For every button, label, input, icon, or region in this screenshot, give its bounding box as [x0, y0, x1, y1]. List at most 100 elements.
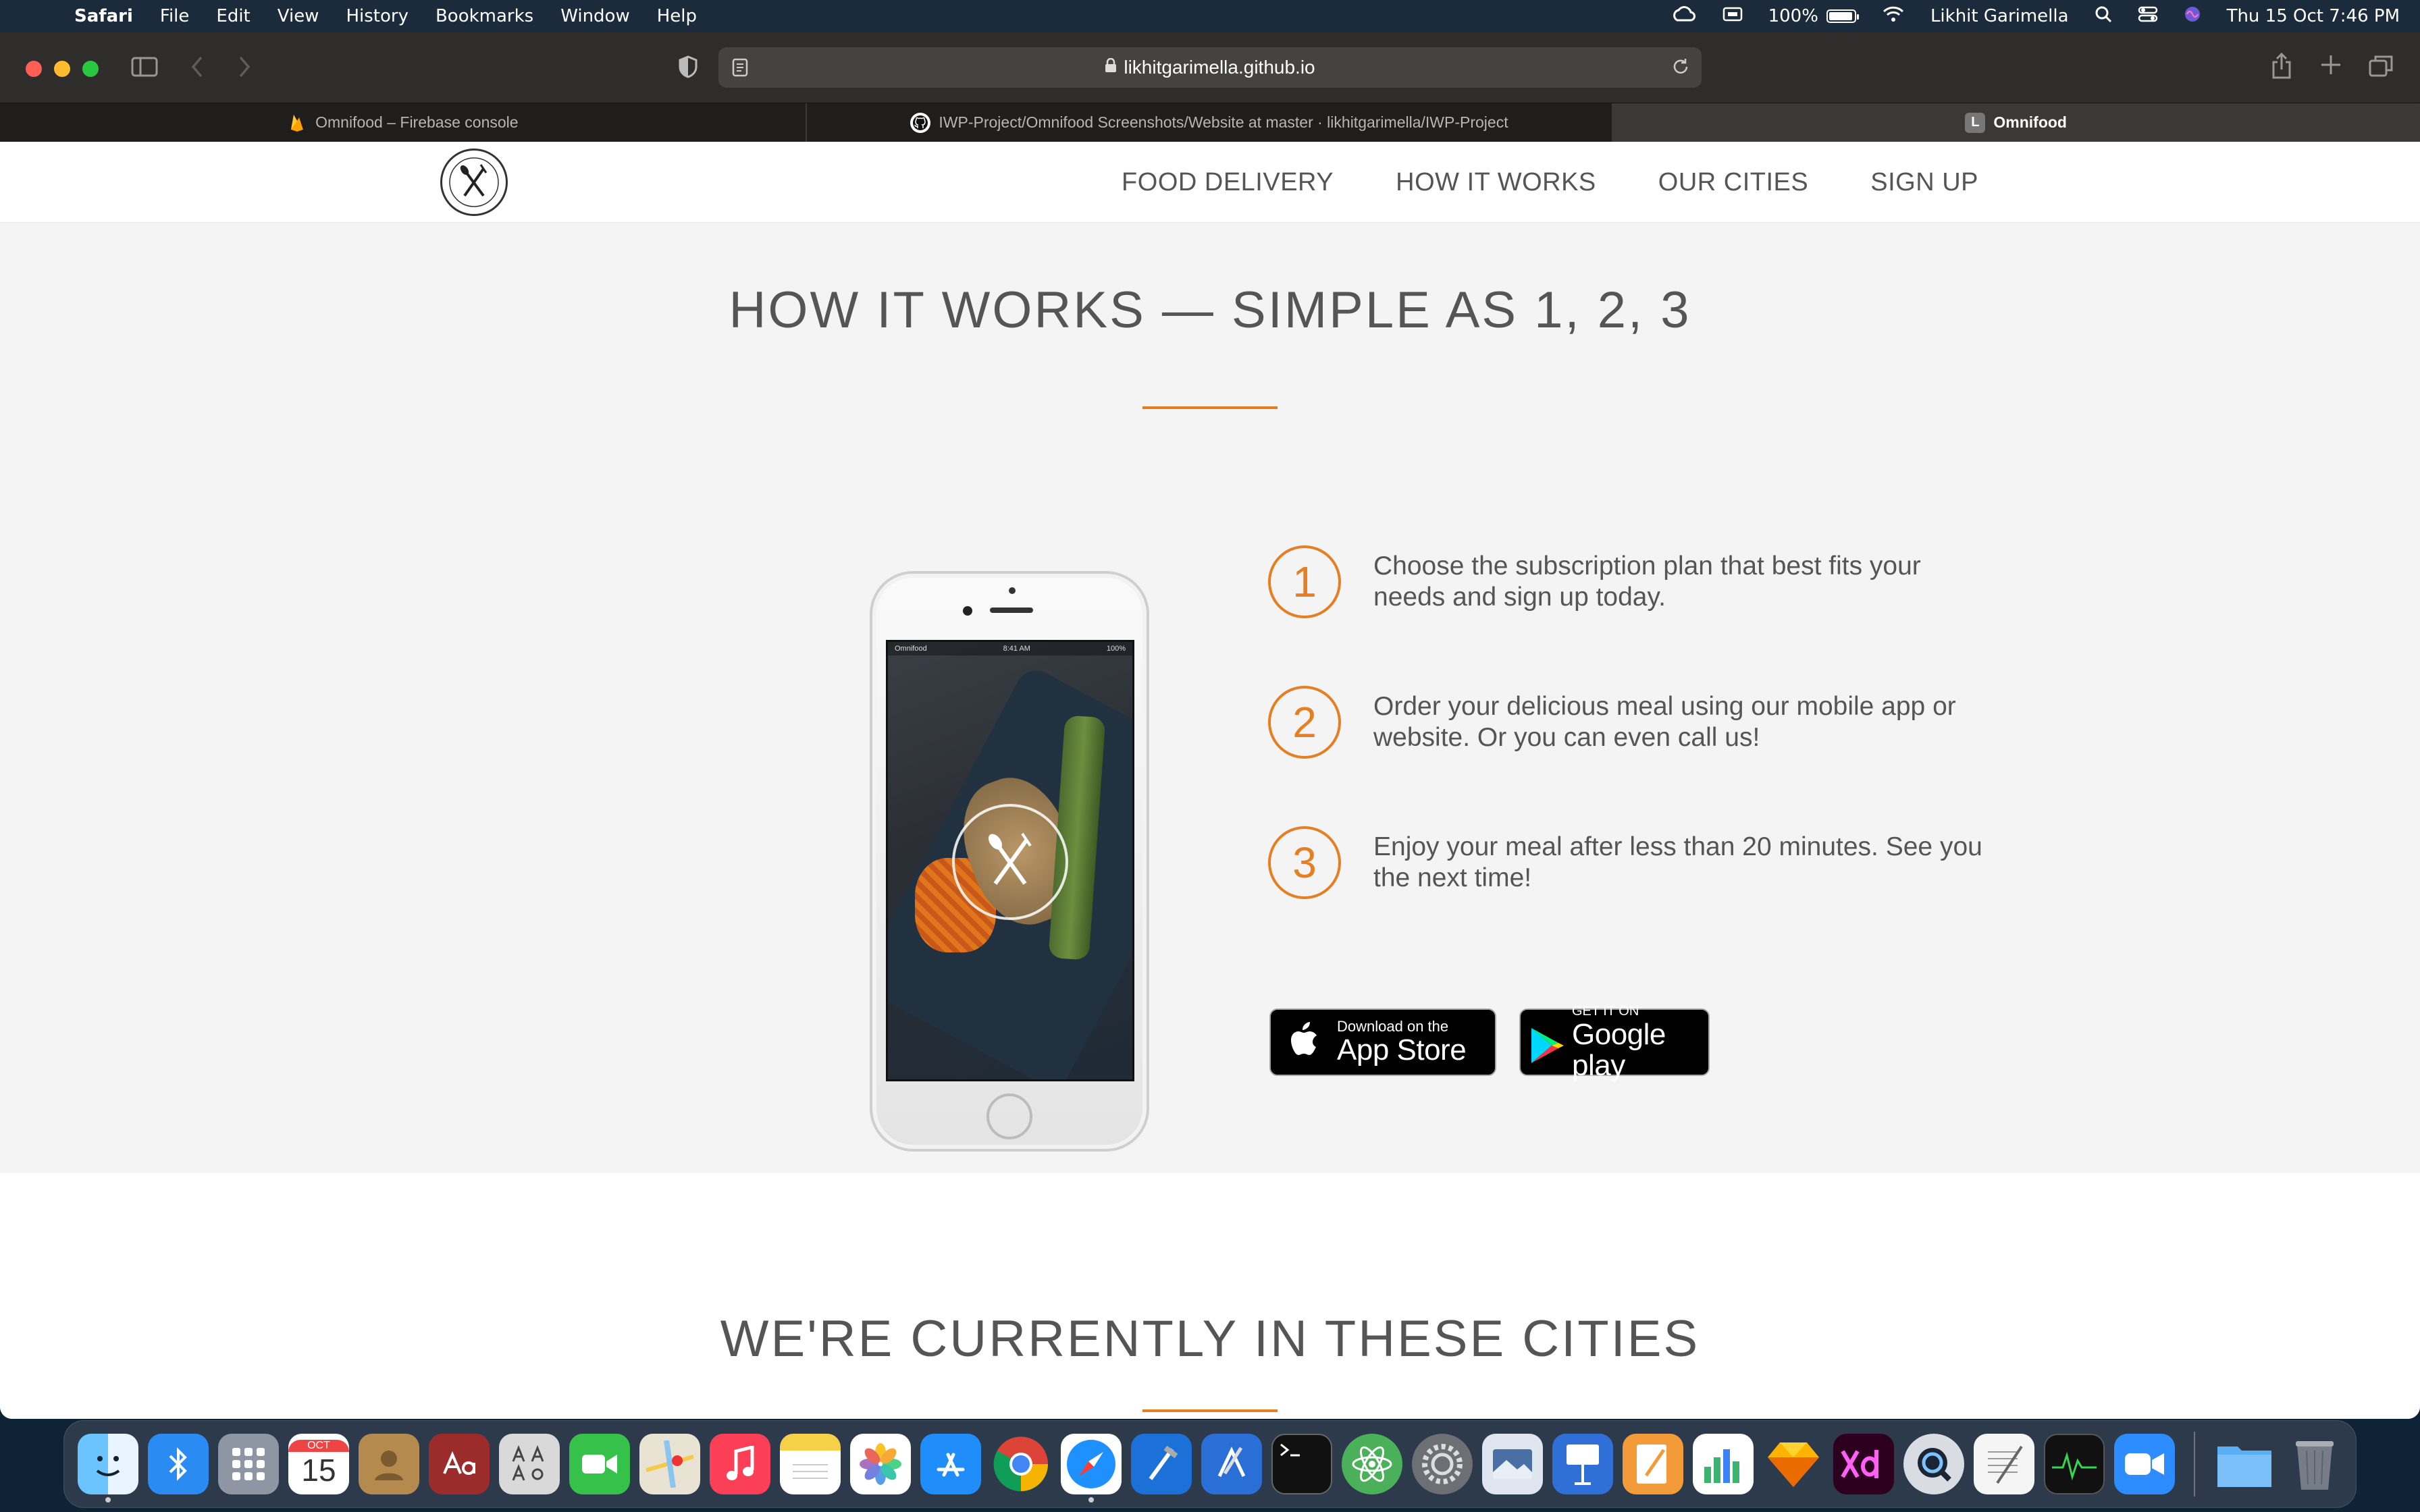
textedit-icon[interactable]	[1974, 1434, 2034, 1494]
sidebar-toggle-icon[interactable]	[131, 57, 158, 83]
spotlight-search-icon[interactable]	[2095, 5, 2112, 28]
atom-icon[interactable]	[1342, 1434, 1402, 1494]
activity-monitor-icon[interactable]	[2044, 1434, 2105, 1494]
title-underline	[1142, 406, 1278, 409]
sketch-icon[interactable]	[1763, 1434, 1824, 1494]
menu-window[interactable]: Window	[560, 6, 630, 26]
tab-firebase-console[interactable]: Omnifood – Firebase console	[0, 103, 807, 142]
phone-screen: Omnifood 8:41 AM 100%	[886, 640, 1134, 1081]
siri-icon[interactable]	[2184, 5, 2201, 28]
instruments-icon[interactable]	[1201, 1434, 1262, 1494]
step-1: 1 Choose the subscription plan that best…	[1268, 545, 1984, 618]
finder-icon[interactable]	[78, 1434, 138, 1503]
app-store-small-text: Download on the	[1337, 1018, 1449, 1035]
phone-sensor	[1009, 587, 1016, 594]
nav-sign-up[interactable]: SIGN UP	[1870, 168, 1978, 197]
xcode-icon[interactable]	[1131, 1434, 1192, 1494]
zoom-icon[interactable]	[2114, 1434, 2175, 1494]
numbers-icon[interactable]	[1693, 1434, 1754, 1494]
nav-food-delivery[interactable]: FOOD DELIVERY	[1122, 168, 1334, 197]
zoom-window-button[interactable]	[82, 61, 99, 77]
phone-speaker	[990, 608, 1033, 613]
google-play-button[interactable]: GET IT ON Google play	[1519, 1004, 1710, 1081]
control-center-icon[interactable]	[2138, 5, 2158, 28]
menu-bookmarks[interactable]: Bookmarks	[436, 6, 533, 26]
forward-icon[interactable]	[238, 55, 251, 84]
menu-view[interactable]: View	[278, 6, 319, 26]
safari-icon[interactable]	[1061, 1434, 1122, 1503]
dictionary-icon[interactable]	[429, 1434, 490, 1494]
tab-omnifood[interactable]: L Omnifood	[1613, 103, 2420, 142]
maps-icon[interactable]	[639, 1434, 700, 1494]
battery-icon[interactable]	[1826, 9, 1859, 23]
lock-icon	[1105, 57, 1117, 77]
adobe-xd-icon[interactable]	[1833, 1434, 1894, 1494]
creative-cloud-icon[interactable]	[1671, 5, 1697, 28]
keynote-icon[interactable]	[1552, 1434, 1613, 1494]
launchpad-icon[interactable]	[218, 1434, 279, 1494]
google-play-big-text: Google play	[1572, 1018, 1666, 1082]
calendar-icon[interactable]: OCT 15	[288, 1434, 349, 1494]
back-icon[interactable]	[190, 55, 204, 84]
app-store-button[interactable]: Download on the App Store	[1269, 1008, 1496, 1076]
calendar-day: 15	[301, 1453, 336, 1488]
user-name[interactable]: Likhit Garimella	[1930, 6, 2069, 26]
calendar-month: OCT	[288, 1440, 349, 1452]
menu-history[interactable]: History	[346, 6, 409, 26]
site-navigation: FOOD DELIVERY HOW IT WORKS OUR CITIES SI…	[0, 142, 2420, 223]
font-book-icon[interactable]	[499, 1434, 560, 1494]
notes-icon[interactable]	[780, 1434, 841, 1494]
omnifood-logo[interactable]	[440, 148, 508, 216]
step-number: 1	[1268, 545, 1341, 618]
iphone-mockup: Omnifood 8:41 AM 100%	[870, 571, 1149, 1152]
reader-view-icon[interactable]	[732, 58, 748, 82]
nav-our-cities[interactable]: OUR CITIES	[1658, 168, 1808, 197]
tab-label: Omnifood – Firebase console	[315, 113, 519, 131]
share-icon[interactable]	[2271, 52, 2292, 86]
phone-carrier: Omnifood	[895, 645, 927, 653]
menu-help[interactable]: Help	[657, 6, 697, 26]
menu-edit[interactable]: Edit	[216, 6, 250, 26]
privacy-report-icon[interactable]	[678, 55, 698, 84]
tab-label: Omnifood	[1993, 113, 2067, 131]
wifi-icon[interactable]	[1882, 5, 1905, 28]
date-time[interactable]: Thu 15 Oct 7:46 PM	[2227, 6, 2400, 26]
preview-icon[interactable]	[1482, 1434, 1543, 1494]
close-window-button[interactable]	[26, 61, 42, 77]
dock: OCT 15	[63, 1420, 2357, 1508]
photos-icon[interactable]	[850, 1434, 911, 1494]
cities-title-underline	[1142, 1409, 1278, 1412]
tab-overview-icon[interactable]	[2369, 54, 2393, 83]
music-icon[interactable]	[710, 1434, 770, 1494]
menu-bar: Safari File Edit View History Bookmarks …	[0, 0, 2420, 32]
step-number: 2	[1268, 686, 1341, 759]
step-3: 3 Enjoy your meal after less than 20 min…	[1268, 826, 1984, 899]
app-store-big-text: App Store	[1337, 1033, 1467, 1066]
downloads-folder-icon[interactable]	[2214, 1434, 2275, 1494]
minimize-window-button[interactable]	[54, 61, 70, 77]
contacts-icon[interactable]	[359, 1434, 419, 1494]
phone-camera	[963, 606, 972, 616]
cities-title: WE'RE CURRENTLY IN THESE CITIES	[720, 1310, 1700, 1368]
address-bar[interactable]: likhitgarimella.github.io	[718, 47, 1702, 88]
step-text: Choose the subscription plan that best f…	[1373, 551, 1921, 612]
pages-icon[interactable]	[1623, 1434, 1683, 1494]
new-tab-icon[interactable]	[2320, 54, 2342, 82]
screen-mirroring-icon[interactable]	[1722, 6, 1743, 27]
bluetooth-icon[interactable]	[148, 1434, 209, 1494]
menu-app-name[interactable]: Safari	[74, 6, 133, 26]
menu-file[interactable]: File	[160, 6, 190, 26]
quicktime-icon[interactable]	[1903, 1434, 1964, 1494]
nav-how-it-works[interactable]: HOW IT WORKS	[1396, 168, 1596, 197]
chrome-icon[interactable]	[991, 1434, 1051, 1494]
github-icon	[910, 112, 931, 133]
step-text: Enjoy your meal after less than 20 minut…	[1373, 832, 1982, 892]
system-preferences-icon[interactable]	[1412, 1434, 1473, 1494]
tab-github[interactable]: IWP-Project/Omnifood Screenshots/Website…	[807, 103, 1614, 142]
step-number: 3	[1268, 826, 1341, 899]
terminal-icon[interactable]	[1271, 1434, 1332, 1494]
trash-icon[interactable]	[2284, 1434, 2345, 1494]
app-store-icon[interactable]	[920, 1434, 981, 1494]
facetime-icon[interactable]	[569, 1434, 630, 1494]
reload-icon[interactable]	[1671, 57, 1691, 82]
